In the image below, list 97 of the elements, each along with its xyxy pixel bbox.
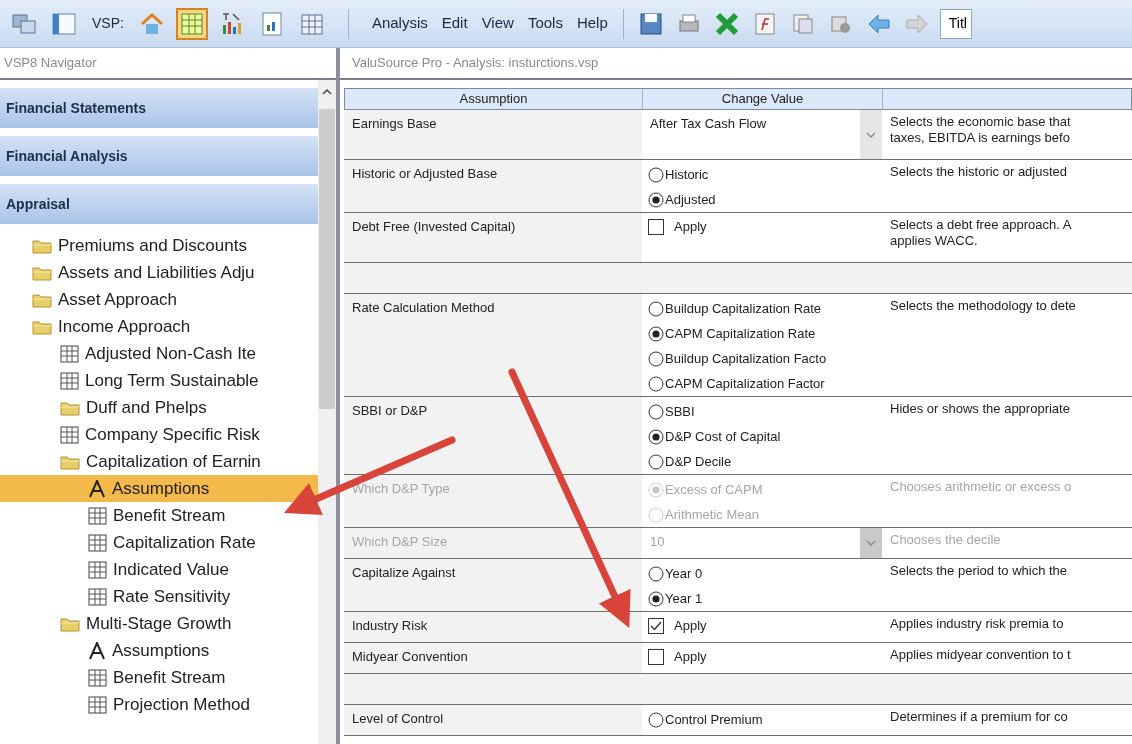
assumption-label: SBBI or D&P — [352, 403, 428, 418]
radio-option[interactable]: CAPM Capitalization Rate — [648, 321, 876, 346]
tree-item[interactable]: Capitalization of Earnin — [0, 448, 318, 475]
checkbox[interactable]: Apply — [642, 213, 882, 238]
tree-item[interactable]: Premiums and Discounts — [0, 232, 318, 259]
scroll-up-icon[interactable] — [322, 88, 332, 95]
assumption-label: Level of Control — [352, 711, 444, 726]
radio-option[interactable]: D&P Cost of Capital — [648, 424, 876, 449]
section-header[interactable]: Appraisal — [0, 184, 318, 224]
menu-item[interactable]: Help — [573, 12, 611, 35]
toolbar-button[interactable] — [175, 7, 208, 40]
dropdown[interactable]: After Tax Cash Flow — [642, 110, 882, 159]
description-text: Selects a debt free approach. A applies WACC. — [890, 217, 1073, 249]
tree-item[interactable]: Company Specific Risk — [0, 421, 318, 448]
checkbox[interactable]: Apply — [642, 612, 882, 637]
radio-option: Excess of CAPM — [648, 477, 876, 502]
assumption-label: Rate Calculation Method — [352, 300, 495, 315]
home-icon — [138, 10, 165, 37]
table-icon — [60, 425, 79, 444]
radio-option[interactable]: Adjusted — [648, 187, 876, 212]
assumption-label: Industry Risk — [352, 618, 428, 633]
description-text: Hides or shows the appropriate — [890, 401, 1071, 417]
description-text: Selects the economic base that taxes, EBITDA is earnings befo — [890, 114, 1072, 146]
tree-item[interactable]: Rate Sensitivity — [0, 583, 318, 610]
radio-option[interactable]: CAPM Capitalization Factor — [648, 371, 876, 396]
assumption-label: Which D&P Type — [352, 481, 450, 496]
radio-option[interactable]: Year 1 — [648, 586, 876, 611]
chevron-down-icon — [866, 540, 876, 546]
menu-item[interactable]: Analysis — [368, 12, 431, 35]
tree-item[interactable]: Assets and Liabilities Adju — [0, 259, 318, 286]
panel-icon — [51, 10, 77, 37]
description-text: Chooses the decile — [890, 532, 1002, 548]
tree-item[interactable]: Long Term Sustainable — [0, 367, 318, 394]
assumption-label: Historic or Adjusted Base — [352, 166, 498, 181]
description-text: Selects the methodology to dete — [890, 298, 1077, 314]
radio-option: Arithmetic Mean — [648, 502, 876, 527]
assumption-label: Capitalize Against — [352, 565, 456, 580]
description-text: Selects the historic or adjusted — [890, 164, 1069, 180]
excel-icon[interactable] — [713, 10, 740, 37]
section-header[interactable]: Financial Statements — [0, 88, 318, 128]
title-field[interactable]: Titl — [939, 8, 972, 39]
assumption-label: Midyear Convention — [352, 649, 468, 664]
tree-item[interactable]: Capitalization Rate — [0, 529, 318, 556]
tree-item[interactable]: Asset Approach — [0, 286, 318, 313]
save-icon[interactable] — [637, 10, 664, 37]
tree-item[interactable]: Assumptions — [0, 637, 318, 664]
radio-option[interactable]: D&P Decile — [648, 449, 876, 474]
tree-item[interactable]: Multi-Stage Growth — [0, 610, 318, 637]
checkbox-icon — [648, 218, 664, 235]
description-text: Applies midyear convention to t — [890, 647, 1072, 663]
radio-option[interactable]: Year 0 — [648, 561, 876, 586]
toolbar-label: VSP: — [92, 14, 124, 33]
tree-item[interactable]: Benefit Stream — [0, 502, 318, 529]
checkbox-icon — [648, 648, 664, 665]
description-text: Chooses arithmetic or excess o — [890, 479, 1073, 495]
letter-a-icon — [88, 641, 106, 660]
tree-item[interactable]: Adjusted Non-Cash Ite — [0, 340, 318, 367]
chevron-down-icon — [866, 131, 876, 138]
panel-title: VSP8 Navigator — [4, 54, 97, 73]
tree-item[interactable]: Income Approach — [0, 313, 318, 340]
radio-option[interactable]: SBBI — [648, 399, 876, 424]
tree-item[interactable]: Projection Method — [0, 691, 318, 718]
table-icon — [88, 560, 107, 579]
column-header: Change Value — [643, 89, 883, 109]
assumption-label: Which D&P Size — [352, 534, 448, 549]
column-header: Assumption — [345, 89, 643, 109]
menu-item[interactable]: View — [478, 12, 517, 35]
tree-item[interactable]: Benefit Stream — [0, 664, 318, 691]
assumption-label: Earnings Base — [352, 116, 437, 131]
description-text: Determines if a premium for co — [890, 709, 1069, 725]
tree-item[interactable]: Duff and Phelps — [0, 394, 318, 421]
scroll-thumb[interactable] — [319, 109, 335, 409]
section-header[interactable]: Financial Analysis — [0, 136, 318, 176]
table-icon — [88, 533, 107, 552]
table-icon — [88, 506, 107, 525]
assumption-label: Debt Free (Invested Capital) — [352, 219, 516, 234]
document-title: ValuSource Pro - Analysis: insturctions.vsp — [352, 54, 599, 73]
scrollbar[interactable] — [318, 80, 336, 744]
table-icon — [178, 10, 205, 37]
table-icon — [88, 587, 107, 606]
table-icon — [60, 371, 79, 390]
description-text: Applies industry risk premia to — [890, 616, 1065, 632]
checkbox-checked-icon — [648, 617, 664, 634]
description-text: Selects the period to which the — [890, 563, 1069, 579]
radio-option[interactable]: Buildup Capitalization Rate — [648, 296, 876, 321]
tree-item[interactable]: Assumptions — [0, 475, 318, 502]
checkbox[interactable]: Apply — [642, 643, 882, 668]
table-icon — [88, 668, 107, 687]
radio-option[interactable]: Buildup Capitalization Facto — [648, 346, 876, 371]
tree-item[interactable]: Indicated Value — [0, 556, 318, 583]
letter-a-icon — [88, 479, 106, 498]
table-icon — [60, 344, 79, 363]
radio-option[interactable]: Control Premium — [648, 707, 876, 732]
radio-option[interactable]: Historic — [648, 162, 876, 187]
table-icon — [88, 695, 107, 714]
menu-item[interactable]: Edit — [438, 12, 471, 35]
menu-item[interactable]: Tools — [524, 12, 566, 35]
